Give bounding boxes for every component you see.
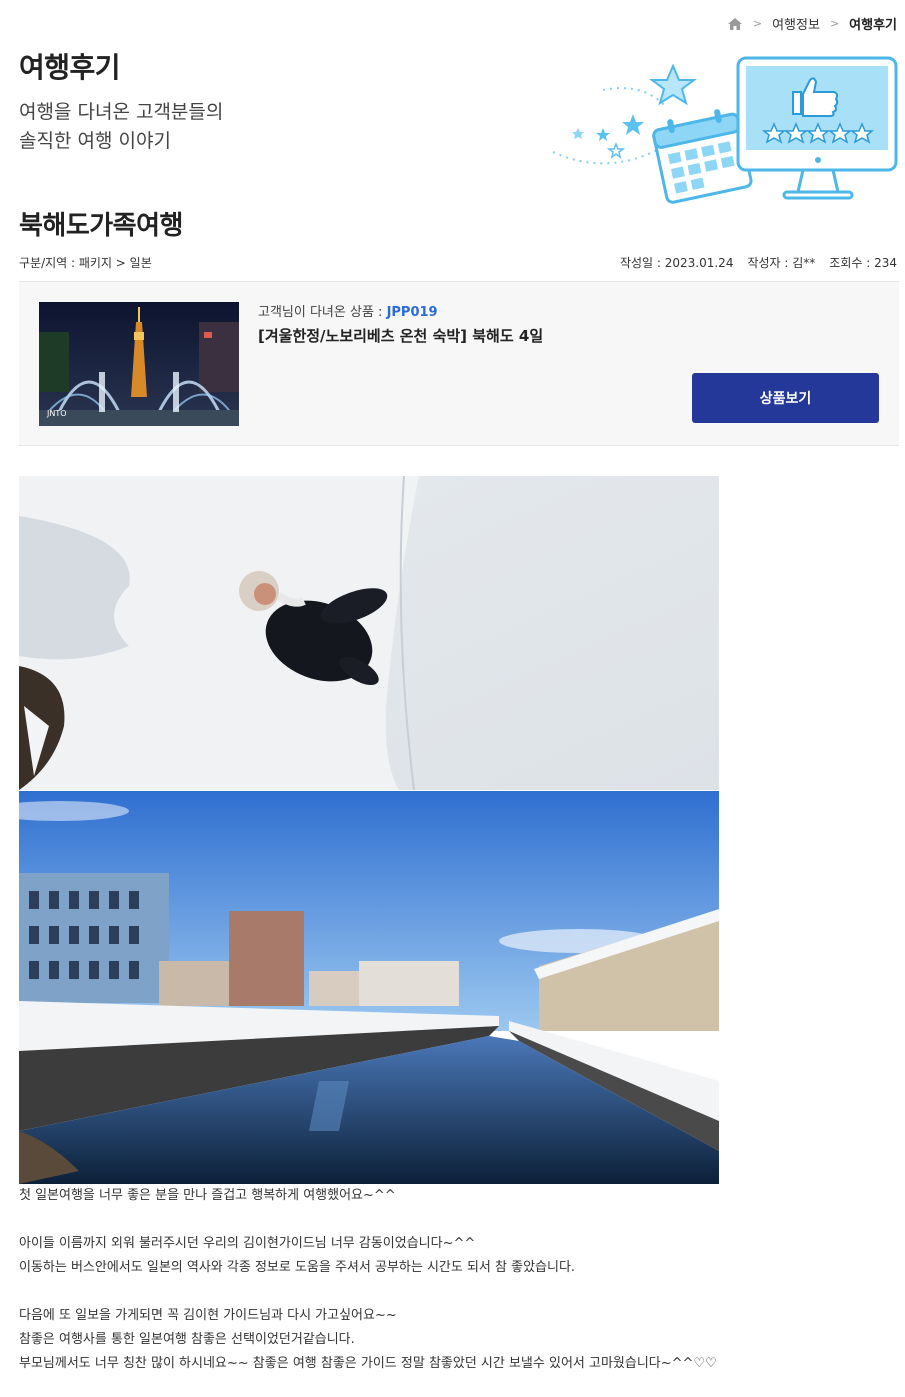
watermark-text: JNTO xyxy=(46,409,67,418)
review-photo-snow xyxy=(19,476,719,790)
post-category: 구분/지역 : 패키지 > 일본 xyxy=(19,256,152,270)
product-label: 고객님이 다녀온 상품 : JPP019 xyxy=(258,301,438,320)
star-icon xyxy=(649,63,697,106)
monitor-icon xyxy=(736,56,898,200)
breadcrumb: > 여행정보 > 여행후기 xyxy=(727,14,897,33)
product-thumbnail[interactable]: JNTO xyxy=(39,302,239,426)
product-card: JNTO 고객님이 다녀온 상품 : JPP019 [겨울한정/노보리베츠 온천… xyxy=(19,281,899,446)
post-author: 작성자 : 김** xyxy=(747,256,816,270)
home-icon[interactable] xyxy=(727,17,743,31)
chevron-right-icon: > xyxy=(829,17,840,30)
product-code[interactable]: JPP019 xyxy=(387,305,438,320)
view-product-button[interactable]: 상품보기 xyxy=(692,373,879,423)
product-label-text: 고객님이 다녀온 상품 : xyxy=(258,305,387,320)
review-photo-canal xyxy=(19,791,719,1184)
content-line: 이동하는 버스안에서도 일본의 역사와 각종 정보로 도움을 주셔서 공부하는 … xyxy=(19,1260,576,1275)
post-date: 작성일 : 2023.01.24 xyxy=(619,256,734,270)
post-meta: 작성일 : 2023.01.24 작성자 : 김** 조회수 : 234 xyxy=(620,254,897,271)
page-subtitle-line: 솔직한 여행 이야기 xyxy=(19,130,171,152)
post-views: 조회수 : 234 xyxy=(829,256,897,270)
page-subtitle: 여행을 다녀온 고객분들의 솔직한 여행 이야기 xyxy=(19,98,223,156)
content-line: 아이들 이름까지 외워 불러주시던 우리의 김이현가이드님 너무 감동이었습니다… xyxy=(19,1236,476,1251)
content-line: 첫 일본여행을 너무 좋은 분을 만나 즐겁고 행복하게 여행했어요~^^ xyxy=(19,1188,396,1203)
breadcrumb-item-reviews[interactable]: 여행후기 xyxy=(849,14,897,33)
content-line: 참좋은 여행사를 통한 일본여행 참좋은 선택이었던거같습니다. xyxy=(19,1332,355,1347)
content-line: 부모님께서도 너무 칭찬 많이 하시네요~~ 참좋은 여행 참좋은 가이드 정말… xyxy=(19,1356,717,1371)
breadcrumb-item-travel-info[interactable]: 여행정보 xyxy=(772,14,820,33)
page-title: 여행후기 xyxy=(19,51,121,84)
hero-illustration xyxy=(552,56,898,204)
page-subtitle-line: 여행을 다녀온 고객분들의 xyxy=(19,101,224,123)
post-title: 북해도가족여행 xyxy=(19,211,183,241)
chevron-right-icon: > xyxy=(752,17,763,30)
product-name[interactable]: [겨울한정/노보리베츠 온천 숙박] 북해도 4일 xyxy=(258,325,543,346)
content-line: 다음에 또 일보을 가게되면 꼭 김이현 가이드님과 다시 가고싶어요~~ xyxy=(19,1308,397,1323)
review-content: 첫 일본여행을 너무 좋은 분을 만나 즐겁고 행복하게 여행했어요~^^ 아이… xyxy=(19,1184,889,1376)
